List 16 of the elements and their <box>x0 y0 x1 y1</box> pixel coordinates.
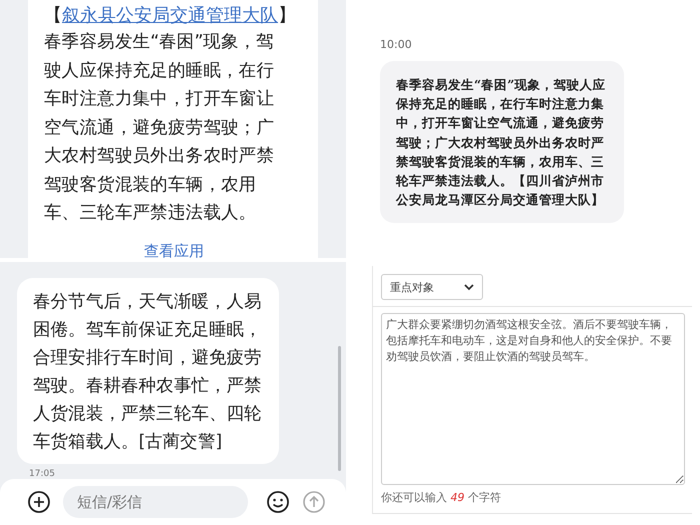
view-app-link[interactable]: 查看应用 <box>144 242 204 258</box>
message-bubble: 春季容易发生“春困”现象，驾驶人应保持充足的睡眠，在行车时注意力集中，打开车窗让空气流通，避免疲劳驾驶；广大农村驾驶员外出务农时严禁驾驶客货混装的车辆，农用车、三轮车严禁违法载人。【四川省泸州市公安局龙马潭区分局交通管理大队】 <box>380 61 624 224</box>
notification-text: 春季容易发生“春困”现象，驾驶人应保持充足的睡眠，在行车时注意力集中，打开车窗让空气流通，避免疲劳驾驶；广大农村驾驶员外出务农时严禁驾驶客货混装的车辆，农用车、三轮车严禁违法载人。 <box>44 31 276 225</box>
caret-icon <box>464 283 474 291</box>
message-input[interactable]: 短信/彩信 <box>63 486 248 518</box>
emoji-icon[interactable] <box>266 490 290 514</box>
scrollbar[interactable] <box>338 346 341 471</box>
add-icon[interactable] <box>27 490 51 514</box>
message-time: 17:05 <box>29 469 55 479</box>
message-time: 10:00 <box>380 38 412 51</box>
category-select[interactable]: 重点对象 <box>381 274 483 300</box>
sender-line: 【叙永县公安局交通管理大队】 <box>44 4 297 28</box>
message-bubble: 春分节气后，天气渐暖，人易困倦。驾车前保证充足睡眠，合理安排行车时间，避免疲劳驾驶。春耕春种农事忙，严禁人货混装，严禁三轮车、四轮车货箱载人。[古蔺交警] <box>17 278 279 464</box>
sender-link[interactable]: 叙永县公安局交通管理大队 <box>62 5 278 26</box>
content-textarea[interactable]: 广大群众要紧绷切勿酒驾这根安全弦。酒后不要驾驶车辆，包括摩托车和电动车，这是对自身和他人的安全保护。不要劝驾驶员饮酒，要阻止饮酒的驾驶员驾车。 <box>381 313 685 485</box>
character-counter: 你还可以输入 49 个字符 <box>381 490 502 505</box>
